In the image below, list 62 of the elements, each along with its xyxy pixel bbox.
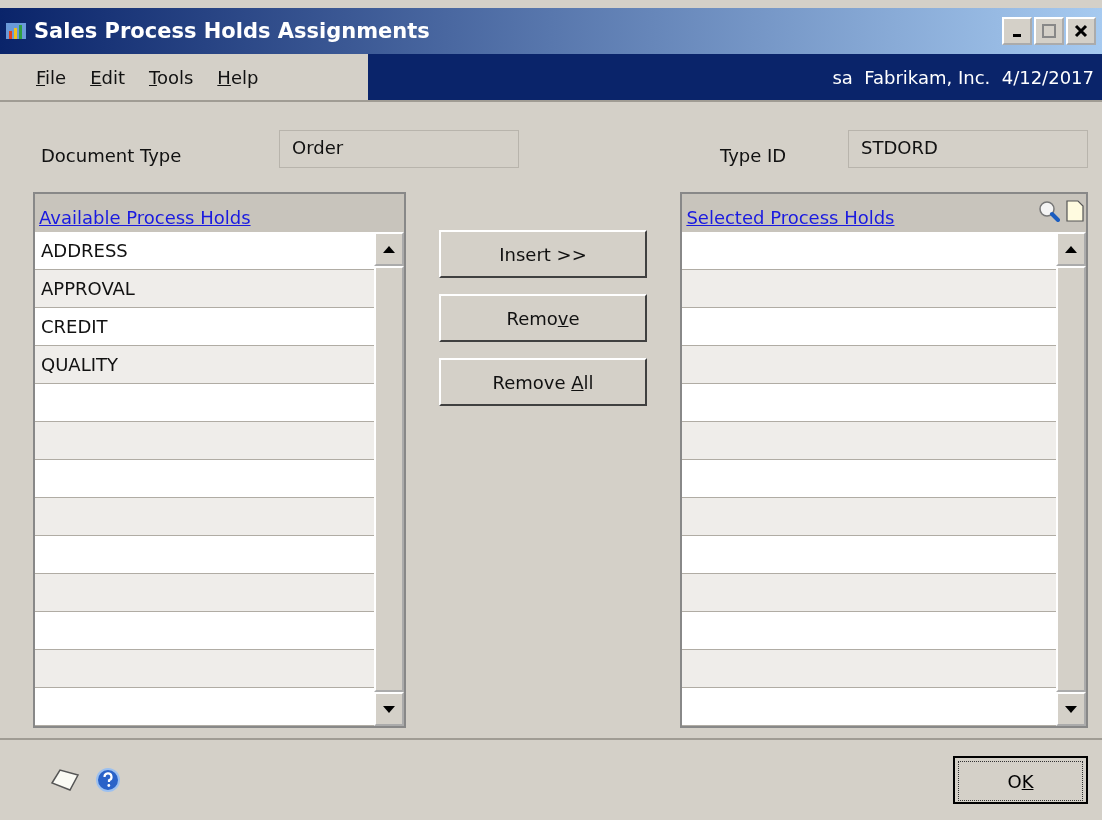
list-item[interactable]: APPROVAL [41,278,135,299]
list-row[interactable] [682,650,1056,688]
list-row[interactable] [682,460,1056,498]
search-icon [1038,200,1060,222]
list-row[interactable]: CREDIT [35,308,374,346]
document-type-field[interactable]: Order [279,130,519,168]
lookup-button[interactable] [1036,200,1062,222]
minimize-button[interactable] [1002,17,1032,45]
scroll-down-icon [382,705,395,713]
scroll-down-icon [1065,705,1077,713]
list-row[interactable] [682,536,1056,574]
menu-item[interactable]: Edit [82,64,133,90]
maximize-icon [1042,24,1056,38]
list-row[interactable] [35,688,374,726]
session-info: sa Fabrikam, Inc. 4/12/2017 [832,66,1094,88]
ok-button[interactable]: OK [953,756,1088,804]
list-row[interactable] [682,346,1056,384]
note-icon[interactable] [48,767,82,793]
action-button[interactable]: Remove [439,294,647,342]
new-button[interactable] [1064,200,1086,222]
list-item[interactable]: QUALITY [41,354,118,375]
list-row[interactable]: QUALITY [35,346,374,384]
scroll-up-icon [382,245,395,253]
minimize-icon [1013,33,1021,37]
scroll-up-icon [1065,245,1077,253]
list-row[interactable] [682,384,1056,422]
type-id-field[interactable]: STDORD [848,130,1088,168]
window-title: Sales Process Holds Assignments [34,19,430,43]
list-row[interactable] [682,688,1056,726]
action-button[interactable]: Remove All [439,358,647,406]
list-row[interactable] [35,460,374,498]
list-item[interactable]: CREDIT [41,316,108,337]
list-row[interactable] [35,574,374,612]
list-row[interactable] [682,574,1056,612]
close-button[interactable] [1066,17,1096,45]
menu-item[interactable]: File [28,64,75,90]
list-row[interactable]: APPROVAL [35,270,374,308]
close-icon [1074,24,1088,38]
app-icon [6,21,28,41]
menu-item[interactable]: Help [209,64,267,90]
field-label: Type ID [719,143,788,166]
list-row[interactable] [682,308,1056,346]
help-icon[interactable] [96,768,120,792]
list-row[interactable] [682,232,1056,270]
menu-item[interactable]: Tools [141,64,202,90]
list-row[interactable]: ADDRESS [35,232,374,270]
scrollbar[interactable] [373,232,404,726]
list-row[interactable] [682,270,1056,308]
document-icon [1066,200,1084,222]
list-row[interactable] [35,536,374,574]
field-label: Document Type [40,143,183,166]
list-item[interactable]: ADDRESS [41,240,128,261]
list-row[interactable] [35,384,374,422]
list-row[interactable] [682,498,1056,536]
list-row[interactable] [35,650,374,688]
scrollbar[interactable] [1056,232,1086,726]
list-row[interactable] [682,612,1056,650]
action-button[interactable]: Insert >> [439,230,647,278]
list-row[interactable] [35,498,374,536]
list-row[interactable] [682,422,1056,460]
list-row[interactable] [35,612,374,650]
list-row[interactable] [35,422,374,460]
